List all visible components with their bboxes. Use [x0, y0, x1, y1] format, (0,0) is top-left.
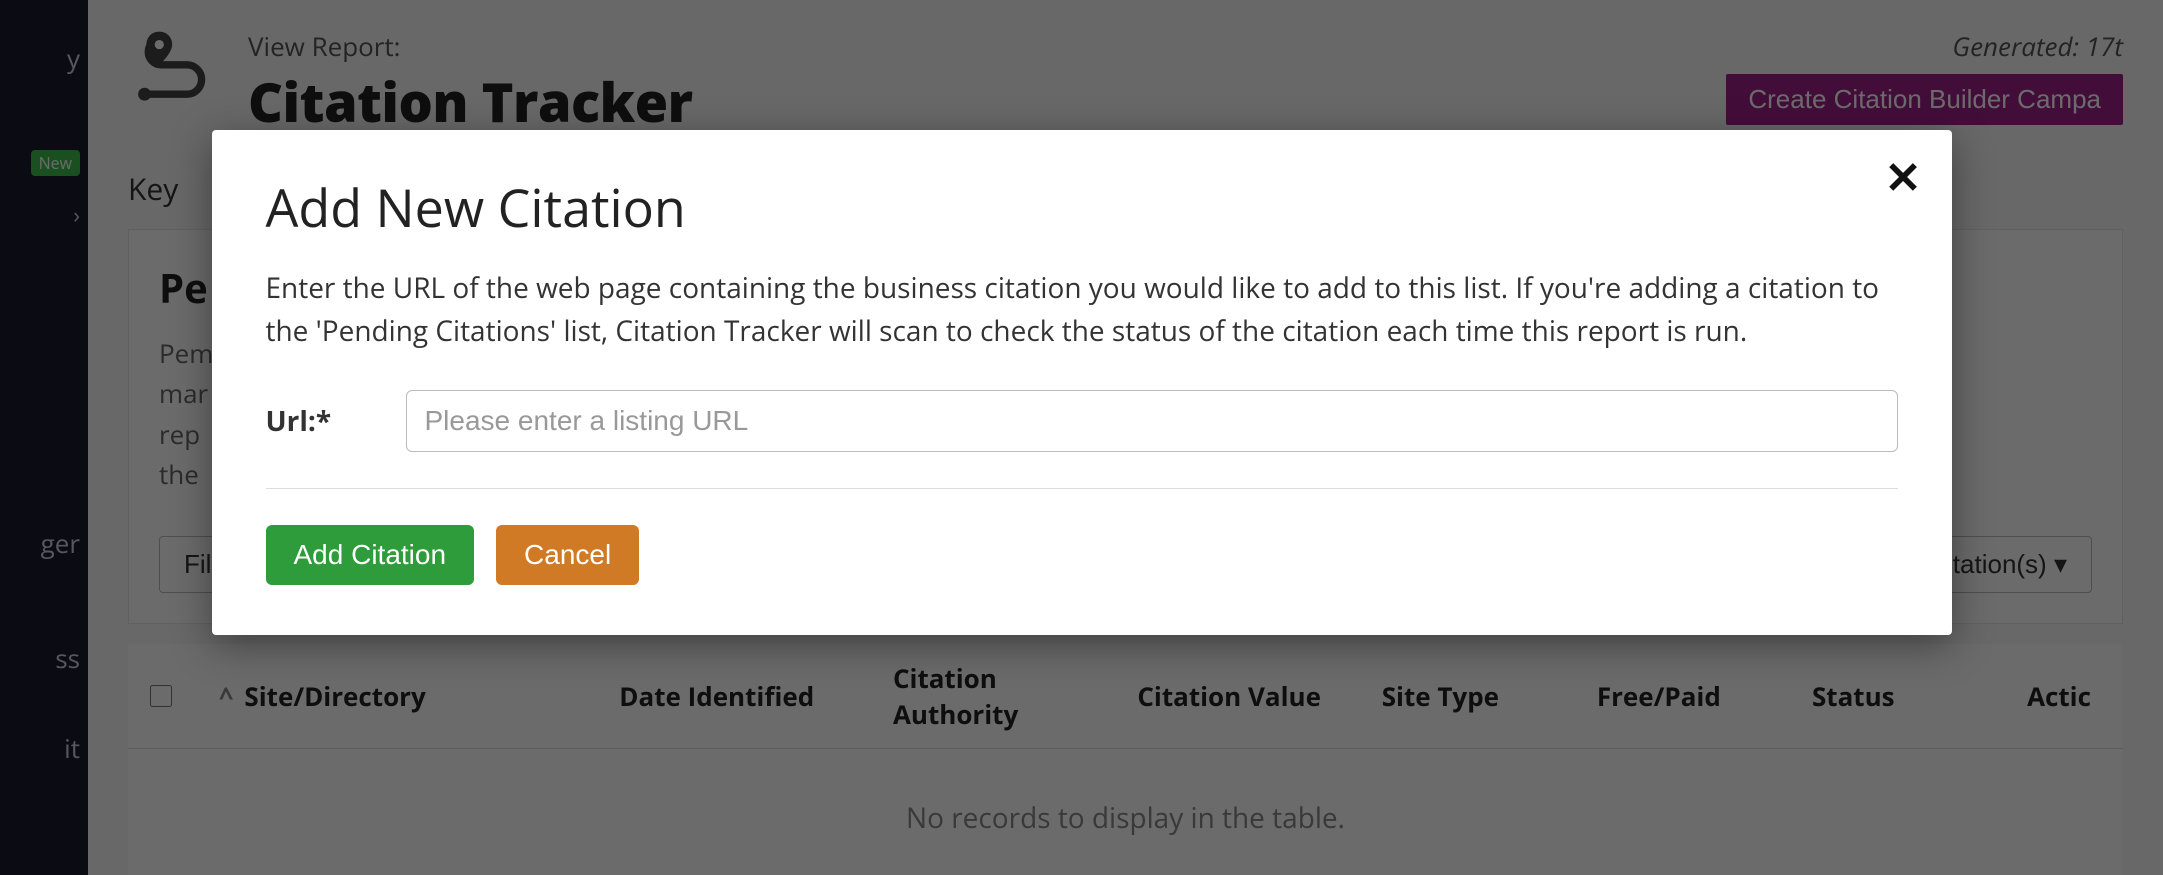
add-citation-modal: ✕ Add New Citation Enter the URL of the … — [212, 130, 1952, 635]
add-citation-button[interactable]: Add Citation — [266, 525, 475, 585]
modal-overlay[interactable]: ✕ Add New Citation Enter the URL of the … — [0, 0, 2163, 875]
modal-description: Enter the URL of the web page containing… — [266, 267, 1898, 354]
cancel-button[interactable]: Cancel — [496, 525, 639, 585]
modal-divider — [266, 488, 1898, 489]
url-label: Url:* — [266, 402, 366, 440]
modal-title: Add New Citation — [266, 172, 1898, 243]
modal-actions: Add Citation Cancel — [266, 525, 1898, 585]
url-form-row: Url:* — [266, 390, 1898, 452]
url-input[interactable] — [406, 390, 1898, 452]
close-icon[interactable]: ✕ — [1885, 154, 1922, 198]
